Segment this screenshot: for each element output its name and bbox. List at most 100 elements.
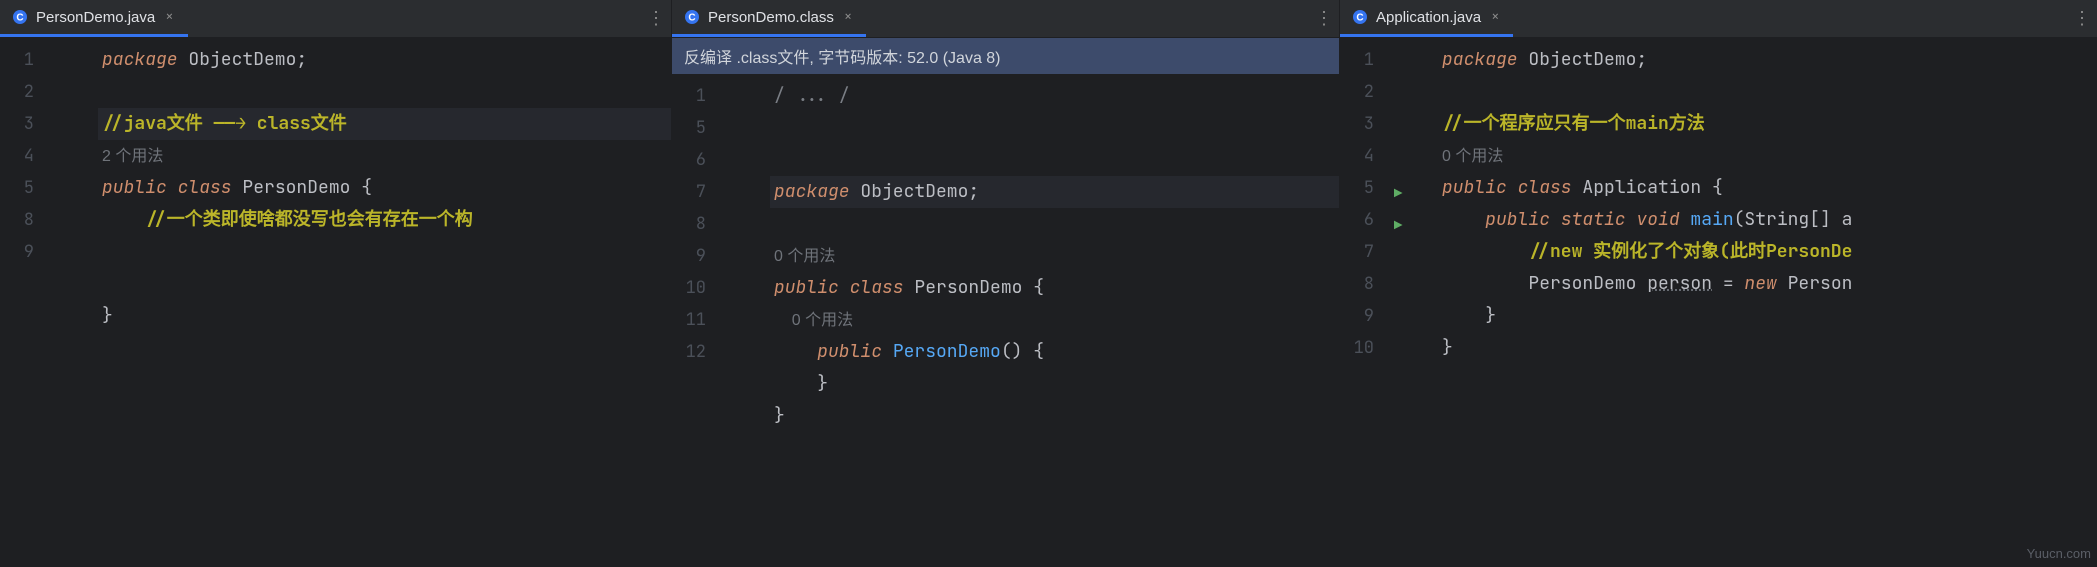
code-line[interactable] xyxy=(98,236,671,268)
token: () { xyxy=(1001,340,1044,363)
token: public xyxy=(817,340,893,363)
code-line[interactable]: / ... / xyxy=(770,80,1339,112)
line-number: 5 xyxy=(10,172,34,204)
code-line[interactable] xyxy=(770,144,1339,176)
line-number: 3 xyxy=(1350,108,1374,140)
svg-text:C: C xyxy=(16,13,23,24)
line-number: 6 xyxy=(1350,204,1374,236)
token: PersonDemo xyxy=(1442,272,1647,295)
line-number: 5 xyxy=(1350,172,1374,204)
code-editor[interactable]: 156789101112 / ... / package ObjectDemo; 0 … xyxy=(672,74,1339,567)
code-area[interactable]: package ObjectDemo; //java文件 ——→ class文件2… xyxy=(98,38,671,567)
line-number: 7 xyxy=(1350,236,1374,268)
fold-column xyxy=(80,38,98,567)
code-line[interactable] xyxy=(770,112,1339,144)
close-icon[interactable]: × xyxy=(163,8,175,26)
token: } xyxy=(1442,336,1453,359)
code-line[interactable]: package ObjectDemo; xyxy=(770,176,1339,208)
code-editor[interactable]: 12345678910▶▶package ObjectDemo;//一个程序应只… xyxy=(1340,38,2097,567)
tab-label: PersonDemo.class xyxy=(708,9,834,26)
code-line[interactable]: } xyxy=(1438,332,2097,364)
line-number: 3 xyxy=(10,108,34,140)
line-number: 1 xyxy=(1350,44,1374,76)
code-line[interactable] xyxy=(1438,76,2097,108)
run-icon[interactable]: ▶ xyxy=(1394,178,1402,210)
token: 0 个用法 xyxy=(774,312,853,329)
close-icon[interactable]: × xyxy=(842,8,854,26)
code-line[interactable]: } xyxy=(1438,300,2097,332)
line-number: 1 xyxy=(10,44,34,76)
code-line[interactable]: PersonDemo person = new Person xyxy=(1438,268,2097,300)
token: static xyxy=(1561,208,1637,231)
code-area[interactable]: package ObjectDemo; //一个程序应只有一个main方法 0 个用… xyxy=(1438,38,2097,567)
token: void xyxy=(1636,208,1690,231)
more-icon[interactable]: ⋮ xyxy=(647,7,663,30)
watermark: Yuucn.com xyxy=(2027,546,2091,561)
token: Person xyxy=(1788,272,1853,295)
token: } xyxy=(774,372,828,395)
code-line[interactable] xyxy=(1438,364,2097,396)
token: ObjectDemo; xyxy=(188,48,307,71)
code-line[interactable]: 0 个用法 xyxy=(770,240,1339,272)
token: { xyxy=(1712,176,1723,199)
more-icon[interactable]: ⋮ xyxy=(1315,7,1331,30)
code-line[interactable]: //java文件 ——→ class文件 xyxy=(98,108,671,140)
code-line[interactable]: 2 个用法 xyxy=(98,140,671,172)
line-number: 8 xyxy=(1350,268,1374,300)
code-line[interactable] xyxy=(770,432,1339,464)
file-tab[interactable]: C PersonDemo.java × xyxy=(0,0,188,37)
code-line[interactable]: package ObjectDemo; xyxy=(98,44,671,76)
code-line[interactable]: package ObjectDemo; xyxy=(1438,44,2097,76)
token: } xyxy=(774,404,785,427)
code-line[interactable]: //一个程序应只有一个main方法 xyxy=(1438,108,2097,140)
token: PersonDemo xyxy=(242,176,361,199)
code-line[interactable]: //new 实例化了个对象(此时PersonDe xyxy=(1438,236,2097,268)
line-number: 2 xyxy=(1350,76,1374,108)
code-line[interactable] xyxy=(98,332,671,364)
token: //一个程序应只有一个main方法 xyxy=(1442,112,1705,135)
token: / ... / xyxy=(774,84,850,107)
token: package xyxy=(1442,48,1528,71)
java-class-icon: C xyxy=(684,9,700,25)
editor-pane: CPersonDemo.java×⋮✓1234589package Object… xyxy=(0,0,672,567)
token: class xyxy=(178,176,243,199)
code-line[interactable]: } xyxy=(770,400,1339,432)
line-number: 9 xyxy=(682,240,706,272)
token xyxy=(774,340,817,363)
more-icon[interactable]: ⋮ xyxy=(2073,7,2089,30)
line-number: 9 xyxy=(10,236,34,268)
token xyxy=(1442,208,1485,231)
code-line[interactable]: public class Application { xyxy=(1438,172,2097,204)
code-line[interactable]: } xyxy=(770,368,1339,400)
code-line[interactable]: 0 个用法 xyxy=(770,304,1339,336)
code-editor[interactable]: 1234589 package ObjectDemo; //java文件 ——→ c… xyxy=(0,38,671,567)
close-icon[interactable]: × xyxy=(1489,8,1501,26)
token: public xyxy=(102,176,178,199)
file-tab[interactable]: C PersonDemo.class × xyxy=(672,0,866,37)
line-gutter: 156789101112 xyxy=(672,74,720,567)
token: PersonDemo xyxy=(914,276,1033,299)
code-line[interactable]: 0 个用法 xyxy=(1438,140,2097,172)
code-line[interactable] xyxy=(98,268,671,300)
tab-label: PersonDemo.java xyxy=(36,9,155,26)
line-number: 4 xyxy=(10,140,34,172)
code-line[interactable]: //一个类即使啥都没写也会有存在一个构 xyxy=(98,204,671,236)
code-line[interactable]: public class PersonDemo { xyxy=(98,172,671,204)
token: ObjectDemo; xyxy=(1528,48,1647,71)
code-line[interactable]: public PersonDemo() { xyxy=(770,336,1339,368)
code-line[interactable]: } xyxy=(98,300,671,332)
code-line[interactable] xyxy=(770,208,1339,240)
token: //new 实例化了个对象(此时PersonDe xyxy=(1528,240,1852,263)
fold-column xyxy=(752,74,770,567)
line-gutter: 1234589 xyxy=(0,38,48,567)
run-icon[interactable]: ▶ xyxy=(1394,210,1402,242)
code-area[interactable]: / ... /package ObjectDemo;0 个用法public cl… xyxy=(770,74,1339,567)
file-tab[interactable]: CApplication.java× xyxy=(1340,0,1513,37)
code-line[interactable] xyxy=(98,76,671,108)
line-number: 7 xyxy=(682,176,706,208)
code-line[interactable]: public class PersonDemo { xyxy=(770,272,1339,304)
tab-bar: CApplication.java× ⋮ xyxy=(1340,0,2097,38)
line-number: 9 xyxy=(1350,300,1374,332)
code-line[interactable]: public static void main(String[] a xyxy=(1438,204,2097,236)
token: class xyxy=(850,276,915,299)
